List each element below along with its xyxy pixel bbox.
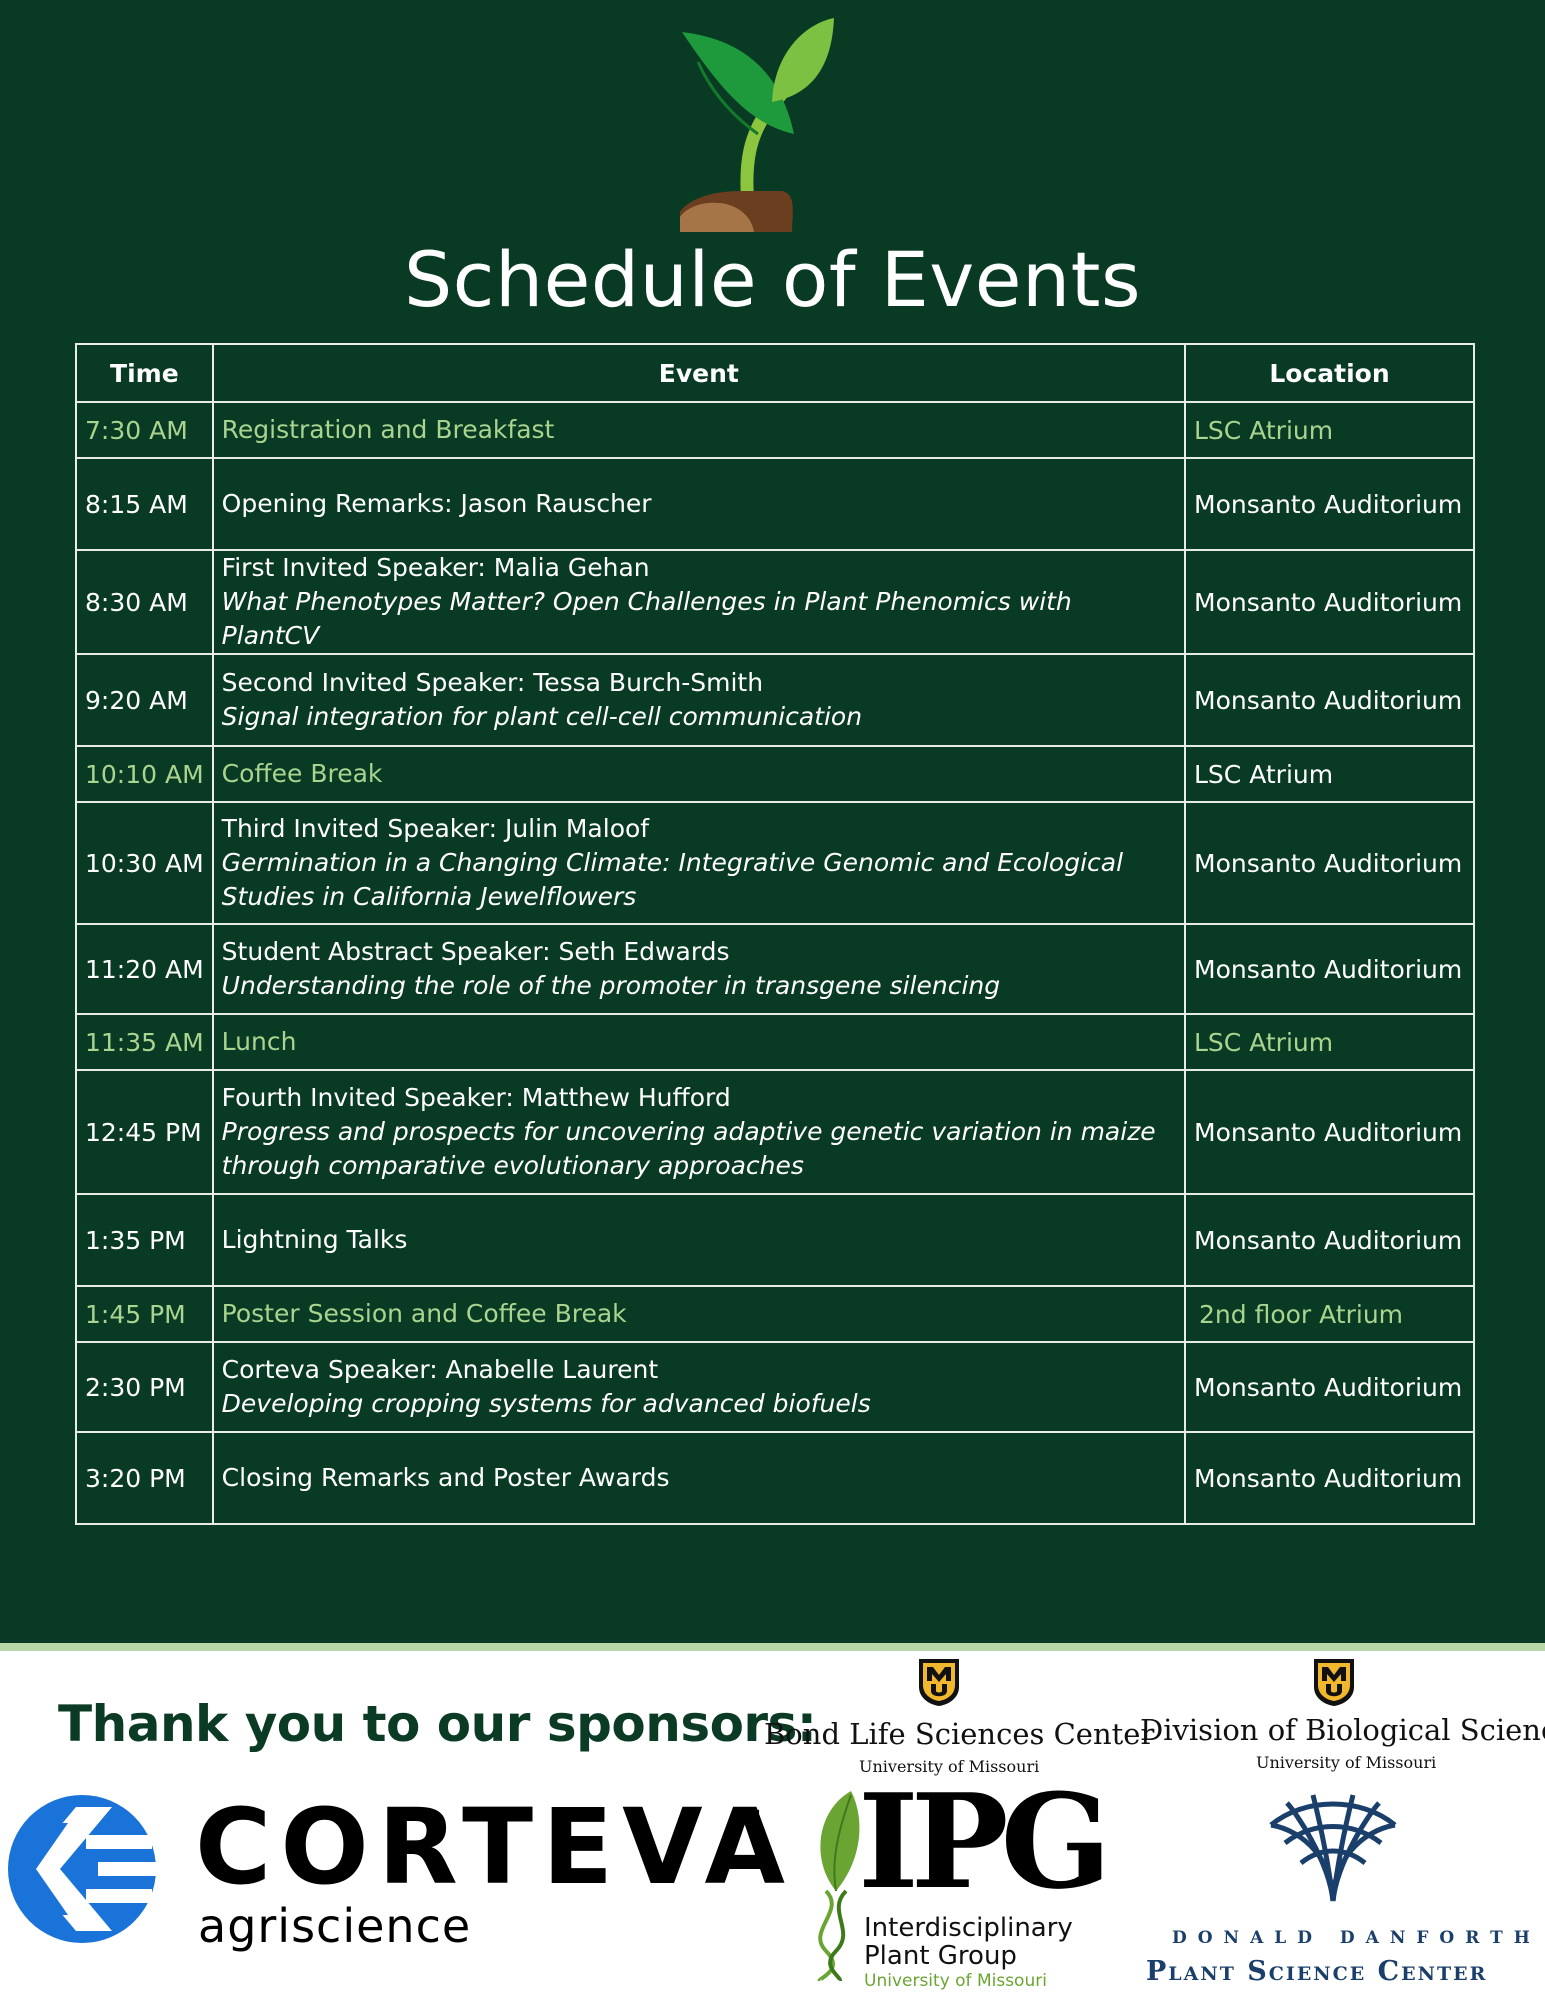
talk-title: Understanding the role of the promoter i… (221, 971, 1001, 1000)
sponsors-section: Thank you to our sponsors: Bond Life Sci… (0, 1651, 1545, 2000)
row-event: Coffee Break (211, 745, 1187, 803)
schedule-row: 8:15 AM Opening Remarks: Jason Rauscher Mo… (75, 457, 1475, 551)
danforth-name-line1: DONALD DANFORTH (1172, 1928, 1541, 1948)
row-event: Second Invited Speaker: Tessa Burch-Smit… (211, 653, 1187, 747)
row-event: Lunch (211, 1013, 1187, 1071)
row-location: 2nd floor Atrium (1184, 1285, 1475, 1343)
corteva-wordmark: CORTEVA (195, 1786, 795, 1908)
event-title: Fourth Invited Speaker: Matthew Hufford (221, 1083, 731, 1112)
column-header-event: Event (211, 343, 1187, 403)
row-time: 10:10 AM (75, 745, 214, 803)
corteva-trademark: ™ (745, 1807, 763, 1828)
event-title: Third Invited Speaker: Julin Maloof (221, 814, 650, 843)
row-time: 11:35 AM (75, 1013, 214, 1071)
talk-title: Germination in a Changing Climate: Integ… (221, 848, 1124, 911)
sprout-icon (680, 18, 834, 232)
schedule-row: 11:20 AM Student Abstract Speaker: Seth E… (75, 923, 1475, 1015)
bond-life-sciences-name: Bond Life Sciences Center (764, 1717, 1155, 1751)
row-location: Monsanto Auditorium (1184, 549, 1475, 655)
ipg-logo-letters: IPG (858, 1765, 1112, 1918)
row-time: 1:45 PM (75, 1285, 214, 1343)
ipg-name-line1: Interdisciplinary (864, 1913, 1073, 1943)
sponsors-heading: Thank you to our sponsors: (58, 1695, 817, 1753)
event-title: Coffee Break (221, 759, 383, 788)
row-time: 1:35 PM (75, 1193, 214, 1287)
row-time: 2:30 PM (75, 1341, 214, 1433)
row-time: 8:15 AM (75, 457, 214, 551)
row-time: 3:20 PM (75, 1431, 214, 1525)
row-event: Corteva Speaker: Anabelle Laurent Develop… (211, 1341, 1187, 1433)
schedule-row: 11:35 AM Lunch LSC Atrium (75, 1013, 1475, 1071)
talk-title: Progress and prospects for uncovering ad… (221, 1117, 1156, 1180)
schedule-table: Time Event Location 7:30 AM Registration … (75, 343, 1475, 1525)
row-time: 11:20 AM (75, 923, 214, 1015)
event-title: Second Invited Speaker: Tessa Burch-Smit… (221, 668, 764, 697)
schedule-row: 12:45 PM Fourth Invited Speaker: Matthew … (75, 1069, 1475, 1195)
row-location: Monsanto Auditorium (1184, 1193, 1475, 1287)
event-title: First Invited Speaker: Malia Gehan (221, 553, 650, 582)
schedule-row: 2:30 PM Corteva Speaker: Anabelle Laurent… (75, 1341, 1475, 1433)
row-time: 9:20 AM (75, 653, 214, 747)
row-time: 8:30 AM (75, 549, 214, 655)
row-location: LSC Atrium (1184, 745, 1475, 803)
page-title: Schedule of Events (403, 235, 1142, 324)
row-event: Lightning Talks (211, 1193, 1187, 1287)
division-biological-sciences-sub: University of Missouri (1256, 1753, 1437, 1772)
event-title: Lightning Talks (221, 1225, 408, 1254)
row-location: Monsanto Auditorium (1184, 457, 1475, 551)
row-location: Monsanto Auditorium (1184, 1341, 1475, 1433)
row-event: Registration and Breakfast (211, 401, 1187, 459)
talk-title: What Phenotypes Matter? Open Challenges … (221, 587, 1072, 650)
schedule-row: 7:30 AM Registration and Breakfast LSC Atr… (75, 401, 1475, 459)
ipg-name-line2: Plant Group (864, 1941, 1017, 1971)
corteva-subtitle: agriscience (198, 1899, 472, 1953)
row-event: Third Invited Speaker: Julin Maloof Germi… (211, 801, 1187, 925)
event-title: Corteva Speaker: Anabelle Laurent (221, 1355, 659, 1384)
ipg-university: University of Missouri (864, 1971, 1047, 1991)
schedule-row: 10:30 AM Third Invited Speaker: Julin Mal… (75, 801, 1475, 925)
talk-title: Signal integration for plant cell-cell c… (221, 702, 863, 731)
row-time: 10:30 AM (75, 801, 214, 925)
row-location: Monsanto Auditorium (1184, 1069, 1475, 1195)
row-time: 7:30 AM (75, 401, 214, 459)
mizzou-tiger-logo-icon (919, 1659, 959, 1706)
table-header-row: Time Event Location (75, 343, 1475, 403)
column-header-location: Location (1184, 343, 1475, 403)
schedule-row: 1:35 PM Lightning Talks Monsanto Auditoriu… (75, 1193, 1475, 1287)
event-title: Opening Remarks: Jason Rauscher (221, 489, 652, 518)
row-location: LSC Atrium (1184, 1013, 1475, 1071)
row-location: Monsanto Auditorium (1184, 653, 1475, 747)
schedule-row: 1:45 PM Poster Session and Coffee Break 2n… (75, 1285, 1475, 1343)
row-event: Poster Session and Coffee Break (211, 1285, 1187, 1343)
schedule-row: 10:10 AM Coffee Break LSC Atrium (75, 745, 1475, 803)
section-divider (0, 1643, 1545, 1651)
event-title: Lunch (221, 1027, 297, 1056)
row-time: 12:45 PM (75, 1069, 214, 1195)
row-event: First Invited Speaker: Malia Gehan What P… (211, 549, 1187, 655)
row-location: Monsanto Auditorium (1184, 923, 1475, 1015)
row-event: Closing Remarks and Poster Awards (211, 1431, 1187, 1525)
schedule-row: 8:30 AM First Invited Speaker: Malia Geha… (75, 549, 1475, 655)
row-location: Monsanto Auditorium (1184, 1431, 1475, 1525)
division-biological-sciences-name: Division of Biological Sciences (1140, 1713, 1545, 1747)
row-location: Monsanto Auditorium (1184, 801, 1475, 925)
row-event: Fourth Invited Speaker: Matthew Hufford P… (211, 1069, 1187, 1195)
column-header-time: Time (75, 343, 214, 403)
event-title: Closing Remarks and Poster Awards (221, 1463, 670, 1492)
row-location: LSC Atrium (1184, 401, 1475, 459)
schedule-row: 3:20 PM Closing Remarks and Poster Awards… (75, 1431, 1475, 1525)
corteva-logo-icon (8, 1795, 158, 1943)
event-title: Poster Session and Coffee Break (221, 1299, 627, 1328)
schedule-row: 9:20 AM Second Invited Speaker: Tessa Bur… (75, 653, 1475, 747)
row-event: Student Abstract Speaker: Seth Edwards Un… (211, 923, 1187, 1015)
schedule-section: Schedule of Events Time Event Location 7… (0, 0, 1545, 1643)
danforth-dome-icon (1269, 1794, 1397, 1902)
event-title: Registration and Breakfast (221, 415, 555, 444)
row-event: Opening Remarks: Jason Rauscher (211, 457, 1187, 551)
schedule-body: 7:30 AM Registration and Breakfast LSC Atr… (75, 401, 1475, 1525)
talk-title: Developing cropping systems for advanced… (221, 1389, 871, 1418)
danforth-name-line2: Plant Science Center (1146, 1956, 1488, 1987)
event-title: Student Abstract Speaker: Seth Edwards (221, 937, 730, 966)
mizzou-tiger-logo-icon (1314, 1659, 1354, 1706)
